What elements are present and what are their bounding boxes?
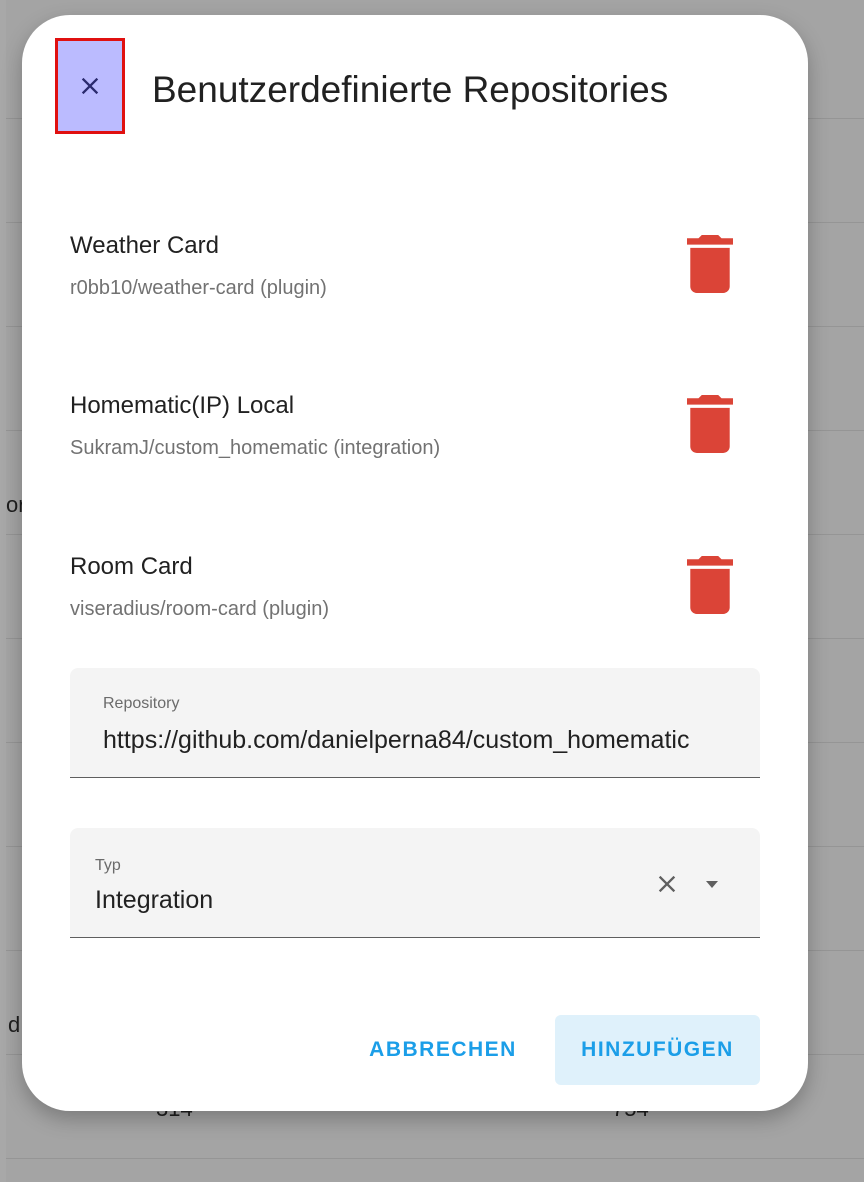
type-select[interactable]: Typ Integration	[70, 828, 760, 938]
delete-repository-button[interactable]	[686, 235, 734, 293]
trash-icon	[687, 395, 733, 453]
clear-icon[interactable]	[653, 870, 681, 898]
repository-path: SukramJ/custom_homematic (integration)	[70, 437, 441, 459]
repository-path: viseradius/room-card (plugin)	[70, 598, 329, 620]
dialog-title: Benutzerdefinierte Repositories	[152, 69, 669, 110]
trash-icon	[687, 235, 733, 293]
close-button[interactable]	[55, 38, 125, 134]
background-text: d	[8, 1012, 21, 1037]
close-icon	[81, 77, 99, 95]
repository-name: Room Card	[70, 553, 193, 580]
delete-repository-button[interactable]	[686, 395, 734, 453]
repository-name: Weather Card	[70, 232, 219, 259]
repository-field-value[interactable]: https://github.com/danielperna84/custom_…	[103, 724, 760, 756]
cancel-button[interactable]: ABBRECHEN	[352, 1015, 534, 1085]
repository-list-item: Homematic(IP) Local SukramJ/custom_homem…	[70, 391, 760, 471]
delete-repository-button[interactable]	[686, 556, 734, 614]
add-button[interactable]: HINZUFÜGEN	[555, 1015, 760, 1085]
arrow-drop-down-icon[interactable]	[700, 875, 724, 895]
repository-list-item: Weather Card r0bb10/weather-card (plugin…	[70, 231, 760, 311]
repository-field-label: Repository	[103, 695, 180, 712]
repository-name: Homematic(IP) Local	[70, 392, 295, 419]
repository-url-field[interactable]: Repository https://github.com/danielpern…	[70, 668, 760, 778]
type-field-label: Typ	[95, 857, 121, 874]
repository-list-item: Room Card viseradius/room-card (plugin)	[70, 552, 760, 632]
repository-path: r0bb10/weather-card (plugin)	[70, 277, 327, 299]
custom-repositories-dialog: Benutzerdefinierte Repositories Weather …	[22, 15, 808, 1111]
background-divider	[6, 1158, 864, 1159]
trash-icon	[687, 556, 733, 614]
